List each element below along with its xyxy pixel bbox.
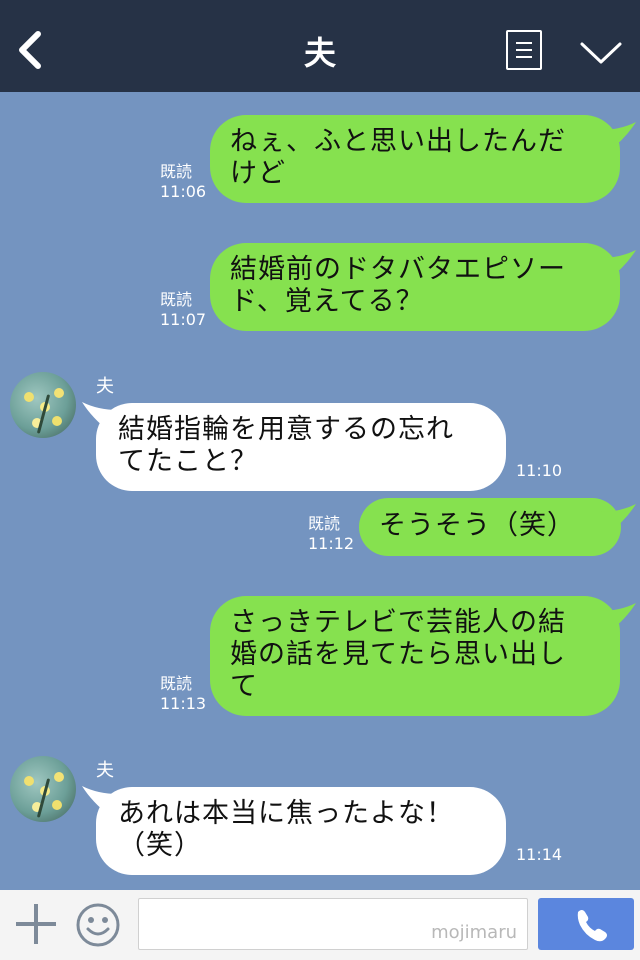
smiley-icon (76, 903, 120, 947)
read-receipt: 既読 (160, 290, 193, 309)
message-time: 11:13 (160, 694, 207, 713)
message-time: 11:14 (516, 845, 563, 864)
read-receipt: 既読 (160, 674, 193, 693)
chat-header: 夫 (0, 0, 640, 92)
message-bubble[interactable]: 結婚前のドタバタエピソー ド、覚えてる？ (210, 243, 620, 331)
watermark: mojimaru (431, 922, 517, 943)
emoji-button[interactable] (75, 902, 121, 948)
message-bubble[interactable]: あれは本当に焦ったよな！ （笑） (96, 787, 506, 875)
message-bubble[interactable]: さっきテレビで芸能人の結 婚の話を見てたら思い出し て (210, 596, 620, 716)
collapse-button[interactable] (578, 38, 624, 68)
read-receipt: 既読 (160, 162, 193, 181)
call-button[interactable] (538, 898, 634, 950)
chat-area[interactable]: 既読 11:06 ねぇ、ふと思い出したんだ けど 既読 11:07 結婚前のドタ… (0, 92, 640, 890)
message-bubble[interactable]: そうそう（笑） (359, 498, 621, 556)
message-composer: mojimaru (0, 890, 640, 960)
message-time: 11:07 (160, 310, 207, 329)
sender-name: 夫 (96, 760, 114, 781)
message-input[interactable]: mojimaru (138, 898, 528, 950)
bubble-tail (600, 122, 636, 152)
chevron-down-icon (580, 42, 622, 64)
list-icon (516, 42, 532, 44)
chat-title: 夫 (303, 34, 336, 72)
message-bubble[interactable]: 結婚指輪を用意するの忘れ てたこと？ (96, 403, 506, 491)
phone-icon (577, 910, 607, 942)
bubble-tail (600, 250, 636, 280)
message-time: 11:10 (516, 461, 563, 480)
message-bubble[interactable]: ねぇ、ふと思い出したんだ けど (210, 115, 620, 203)
add-button[interactable] (14, 902, 58, 946)
message-time: 11:06 (160, 182, 207, 201)
message-time: 11:12 (308, 534, 355, 553)
menu-button[interactable] (506, 30, 542, 70)
sender-name: 夫 (96, 376, 114, 397)
bubble-tail (600, 603, 636, 633)
avatar[interactable] (10, 756, 76, 822)
avatar[interactable] (10, 372, 76, 438)
bubble-tail (600, 504, 636, 534)
read-receipt: 既読 (308, 514, 341, 533)
